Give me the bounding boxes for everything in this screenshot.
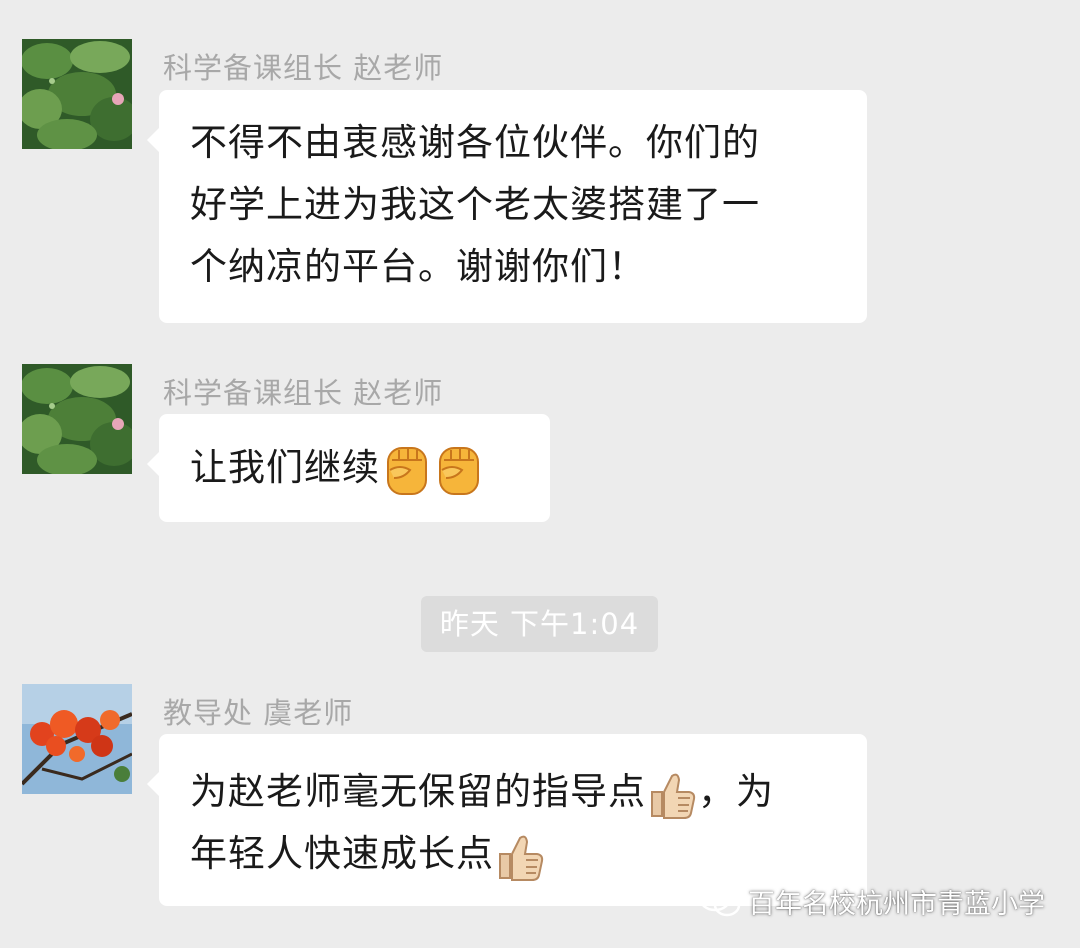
message-text: 为赵老师毫无保留的指导点: [190, 770, 646, 813]
thumbs-up-emoji: [644, 766, 700, 822]
message-text: 年轻人快速成长点: [190, 832, 494, 875]
avatar-lotus[interactable]: [22, 39, 132, 149]
sender-name: 教导处 虞老师: [163, 696, 354, 730]
message-line: 好学上进为我这个老太婆搭建了一: [190, 183, 760, 226]
lotus-leaves-image: [22, 39, 132, 149]
raised-fist-emoji: [430, 442, 486, 498]
red-flowers-image: [22, 684, 132, 794]
message-bubble[interactable]: 不得不由衷感谢各位伙伴。你们的 好学上进为我这个老太婆搭建了一 个纳凉的平台。谢…: [147, 90, 867, 323]
sender-name: 科学备课组长 赵老师: [163, 376, 444, 410]
watermark-text: 百年名校杭州市青蓝小学: [748, 888, 1045, 920]
timestamp-badge: 昨天 下午1:04: [421, 596, 658, 652]
avatar-flowers[interactable]: [22, 684, 132, 794]
message-line: 个纳凉的平台。谢谢你们！: [190, 245, 646, 288]
message-line: 年轻人快速成长点: [190, 823, 867, 885]
raised-fist-emoji: [378, 442, 434, 498]
lotus-leaves-image: [22, 364, 132, 474]
watermark: 百年名校杭州市青蓝小学: [698, 880, 1045, 922]
message-text: 让我们继续: [190, 446, 380, 489]
message-line: 让我们继续: [190, 437, 550, 499]
thumbs-up-emoji: [492, 828, 548, 884]
message-line: 不得不由衷感谢各位伙伴。你们的: [190, 121, 760, 164]
avatar-lotus[interactable]: [22, 364, 132, 474]
message-bubble[interactable]: 让我们继续: [147, 414, 550, 522]
wechat-icon: [698, 884, 741, 917]
message-line: 为赵老师毫无保留的指导点 ，为: [190, 761, 867, 823]
sender-name: 科学备课组长 赵老师: [163, 51, 444, 85]
message-text: ，为: [698, 770, 774, 813]
